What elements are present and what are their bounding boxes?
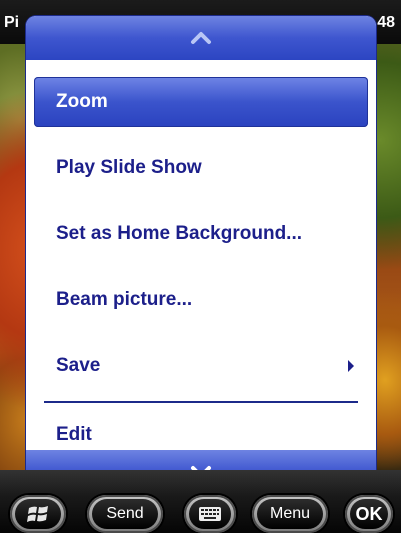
windows-logo-icon bbox=[27, 506, 48, 522]
context-menu: Zoom Play Slide Show Set as Home Backgro… bbox=[26, 16, 376, 494]
start-button[interactable] bbox=[10, 495, 66, 533]
menu-item-beam-picture[interactable]: Beam picture... bbox=[34, 275, 368, 325]
menu-label: Menu bbox=[257, 499, 323, 529]
menu-item-label: Play Slide Show bbox=[56, 157, 202, 178]
menu-item-set-as-home-background[interactable]: Set as Home Background... bbox=[34, 209, 368, 259]
menu-item-zoom[interactable]: Zoom bbox=[34, 77, 368, 127]
menu-item-label: Set as Home Background... bbox=[56, 223, 303, 244]
app-title: Pi bbox=[4, 14, 20, 31]
submenu-arrow-icon bbox=[348, 360, 354, 372]
scroll-up-button[interactable] bbox=[26, 16, 376, 60]
menu-softkey[interactable]: Menu bbox=[252, 495, 328, 533]
menu-item-label: Zoom bbox=[56, 91, 108, 112]
menu-item-save[interactable]: Save bbox=[34, 341, 368, 391]
ok-button[interactable]: OK bbox=[345, 495, 393, 533]
menu-item-play-slide-show[interactable]: Play Slide Show bbox=[34, 143, 368, 193]
menu-item-label: Beam picture... bbox=[56, 289, 193, 310]
clock: 48 bbox=[377, 14, 395, 31]
menu-item-label: Save bbox=[56, 355, 101, 376]
send-label: Send bbox=[92, 499, 158, 529]
menu-item-label: Edit bbox=[56, 424, 92, 445]
keyboard-button[interactable] bbox=[184, 495, 236, 533]
keyboard-icon bbox=[199, 507, 221, 521]
send-softkey[interactable]: Send bbox=[87, 495, 163, 533]
chevron-up-icon bbox=[191, 32, 211, 44]
ok-label: OK bbox=[350, 499, 388, 529]
menu-divider bbox=[44, 401, 358, 403]
softkey-bar: Send Menu OK bbox=[0, 470, 401, 533]
